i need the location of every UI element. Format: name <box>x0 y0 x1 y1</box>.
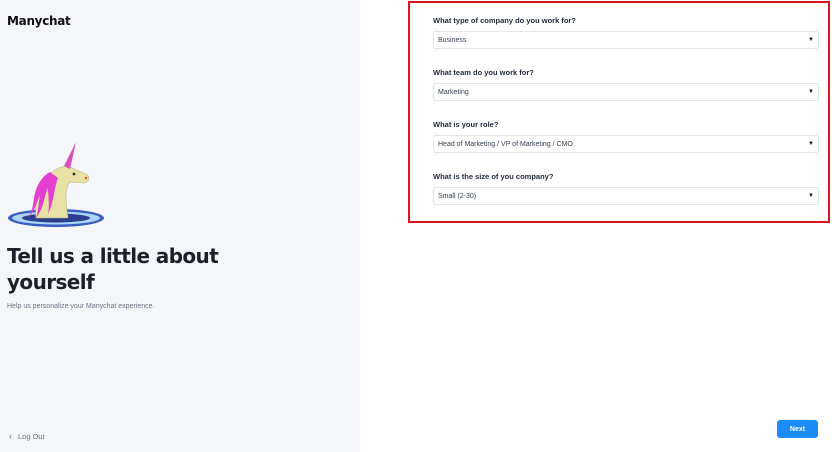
role-question: What is your role? <box>433 120 499 129</box>
next-button[interactable]: Next <box>777 420 818 438</box>
left-panel: Manychat Tell us a little about yourself… <box>0 0 360 452</box>
role-select[interactable]: Head of Marketing / VP of Marketing / CM… <box>433 135 819 153</box>
company-type-select[interactable]: Business ▼ <box>433 31 819 49</box>
unicorn-mascot-icon <box>8 142 104 227</box>
company-size-value: Small (2-30) <box>438 192 477 200</box>
team-select[interactable]: Marketing ▼ <box>433 83 819 101</box>
page-title: Tell us a little about yourself <box>7 244 219 294</box>
page-subtitle: Help us personalize your Manychat experi… <box>7 303 155 310</box>
manychat-logo: Manychat <box>7 14 71 28</box>
chevron-left-icon: ‹ <box>9 431 12 441</box>
company-size-field: What is the size of you company? Small (… <box>433 170 819 205</box>
company-type-field: What type of company do you work for? Bu… <box>433 14 819 49</box>
team-question: What team do you work for? <box>433 68 534 77</box>
role-field: What is your role? Head of Marketing / V… <box>433 118 819 153</box>
team-field: What team do you work for? Marketing ▼ <box>433 66 819 101</box>
role-value: Head of Marketing / VP of Marketing / CM… <box>438 140 573 148</box>
dropdown-caret-icon: ▼ <box>808 193 814 199</box>
dropdown-caret-icon: ▼ <box>808 89 814 95</box>
company-type-question: What type of company do you work for? <box>433 16 576 25</box>
company-type-value: Business <box>438 36 467 44</box>
dropdown-caret-icon: ▼ <box>808 141 814 147</box>
company-size-question: What is the size of you company? <box>433 172 554 181</box>
team-value: Marketing <box>438 88 469 96</box>
logout-link[interactable]: ‹ Log Out <box>9 431 45 441</box>
company-size-select[interactable]: Small (2-30) ▼ <box>433 187 819 205</box>
dropdown-caret-icon: ▼ <box>808 37 814 43</box>
logout-label: Log Out <box>18 431 45 441</box>
